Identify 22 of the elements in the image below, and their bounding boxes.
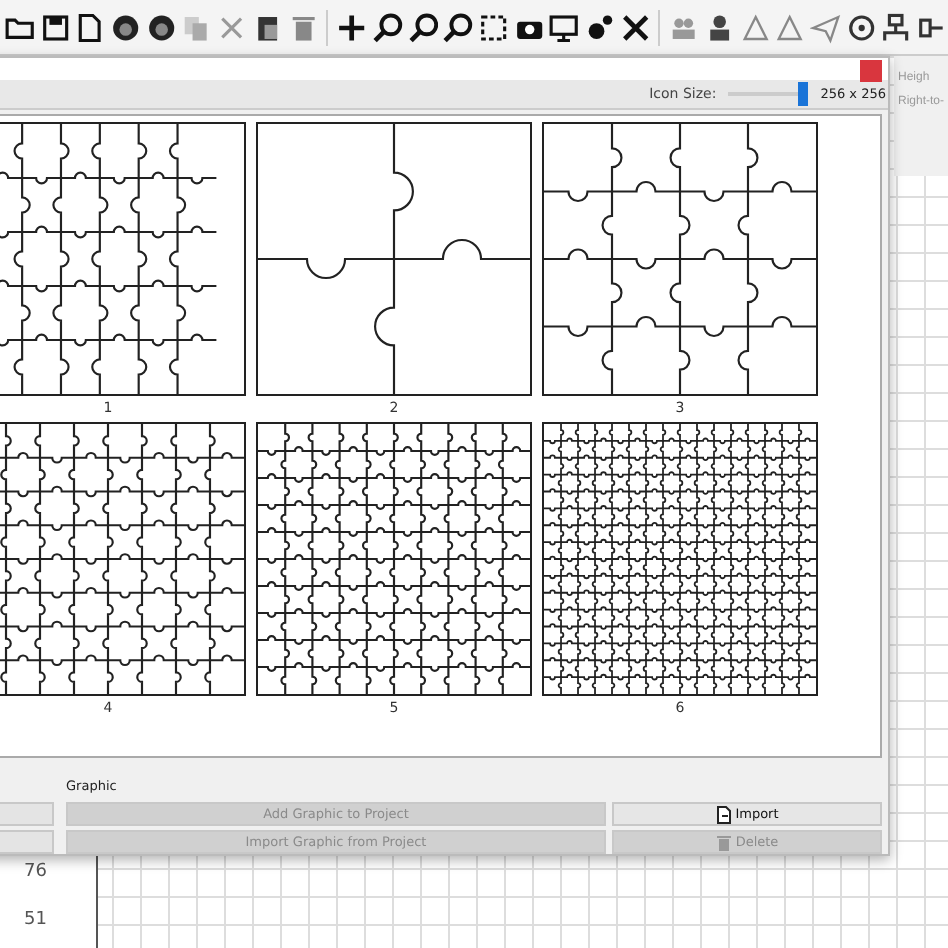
zoom-icon[interactable] <box>371 11 404 43</box>
puzzle-thumbnail[interactable] <box>542 421 818 696</box>
icon-size-slider[interactable] <box>728 81 809 106</box>
circle-icon[interactable] <box>145 11 177 43</box>
ruler-number: 76 <box>24 862 49 882</box>
triangle-icon[interactable] <box>774 11 807 43</box>
target-icon[interactable] <box>845 11 877 43</box>
save-icon[interactable] <box>39 11 71 43</box>
move-icon[interactable] <box>336 11 368 43</box>
network-icon[interactable] <box>880 11 913 43</box>
circle-icon[interactable] <box>110 11 142 43</box>
puzzle-thumbnail[interactable] <box>0 121 246 396</box>
puzzle-thumbnail[interactable] <box>0 421 246 696</box>
puzzle-thumbnail[interactable] <box>256 121 532 396</box>
document-icon <box>715 805 732 823</box>
document-icon[interactable] <box>74 11 107 43</box>
puzzle-thumbnail[interactable] <box>256 421 532 696</box>
trash-icon <box>715 833 732 851</box>
selection-icon[interactable] <box>477 11 510 43</box>
monitor-icon[interactable] <box>548 11 580 43</box>
puzzle-thumbnail[interactable] <box>542 121 818 396</box>
ruler-number: 51 <box>24 910 49 930</box>
